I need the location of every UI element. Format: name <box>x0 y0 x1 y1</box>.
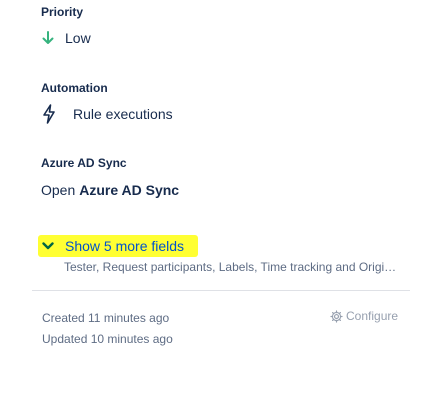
show-more-fields-label: Show 5 more fields <box>65 238 185 254</box>
configure-label: Configure <box>346 309 399 323</box>
priority-value-text: Low <box>65 30 91 46</box>
updated-timestamp: Updated 10 minutes ago <box>42 332 173 346</box>
configure-button[interactable]: Configure <box>330 309 398 323</box>
created-timestamp: Created 11 minutes ago <box>42 311 170 325</box>
open-prefix-text: Open <box>41 182 76 198</box>
automation-label: Automation <box>41 81 108 95</box>
hidden-fields-summary: Tester, Request participants, Labels, Ti… <box>64 260 397 274</box>
open-azure-ad-sync-link[interactable]: Open Azure AD Sync <box>41 181 179 199</box>
azure-ad-sync-name: Azure AD Sync <box>79 182 180 198</box>
azure-ad-sync-label: Azure AD Sync <box>41 156 127 170</box>
chevron-down-icon <box>41 239 55 253</box>
priority-value[interactable]: Low <box>41 29 91 47</box>
section-divider <box>32 290 410 291</box>
show-more-fields-button[interactable]: Show 5 more fields <box>38 235 198 257</box>
lightning-bolt-icon <box>41 104 57 124</box>
arrow-down-icon <box>41 30 55 46</box>
gear-icon <box>330 309 343 323</box>
priority-label: Priority <box>41 5 84 19</box>
rule-executions-text: Rule executions <box>73 106 173 122</box>
rule-executions-link[interactable]: Rule executions <box>41 104 173 124</box>
